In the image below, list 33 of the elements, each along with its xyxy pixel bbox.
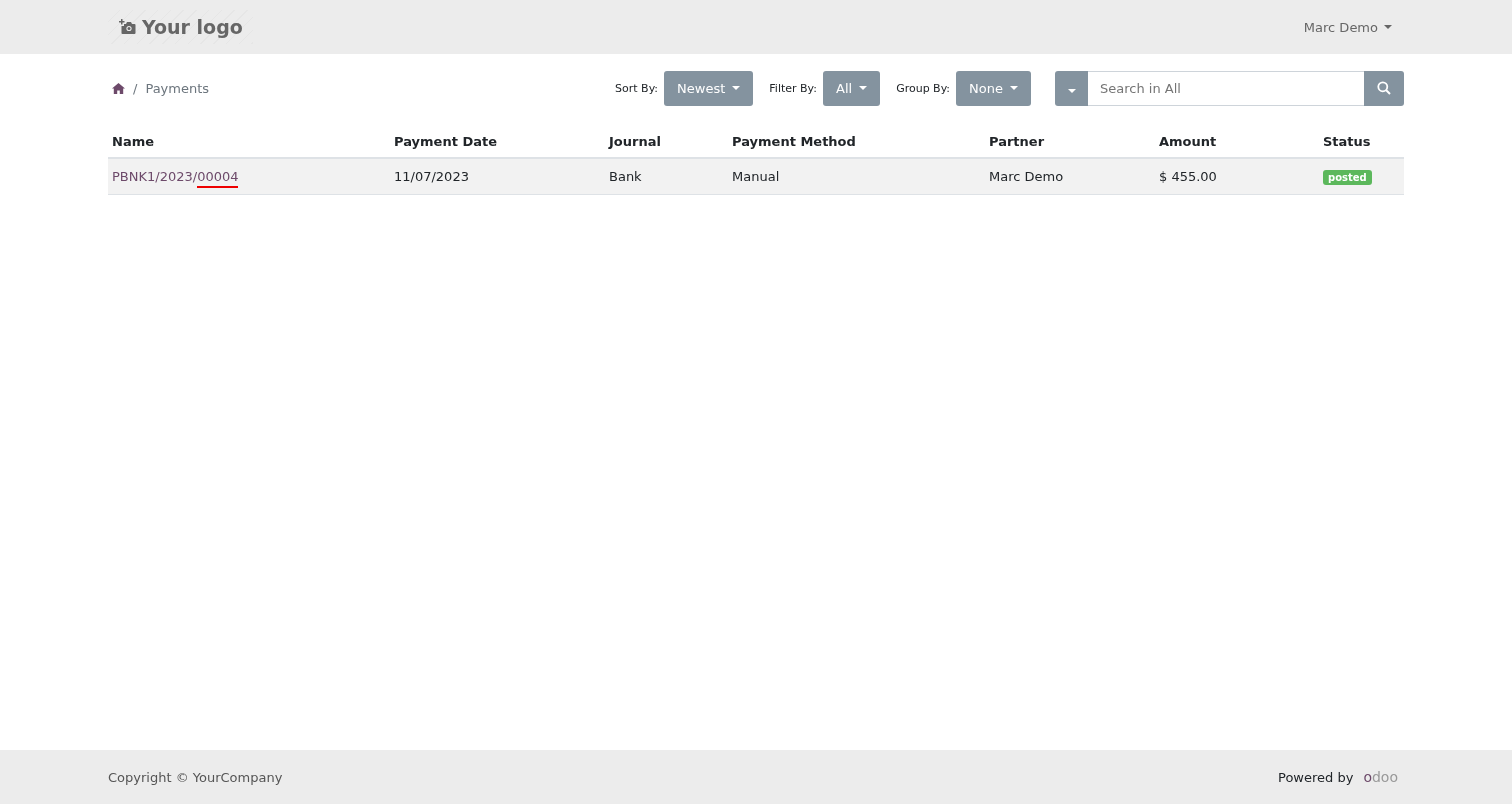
- dropdown-button[interactable]: None: [956, 70, 1031, 106]
- status-badge: posted: [1323, 170, 1372, 185]
- dropdown-button[interactable]: Newest: [664, 70, 754, 106]
- table-cell-text: Marc Demo: [988, 168, 1065, 186]
- brand-logo[interactable]: odoo: [1363, 769, 1398, 785]
- powered-by-text: Powered by: [1278, 769, 1354, 785]
- user-menu[interactable]: Marc Demo: [1299, 15, 1396, 39]
- column-header: Partner: [988, 133, 1046, 151]
- home-icon[interactable]: [112, 82, 125, 94]
- search-field[interactable]: Search in All: [1088, 70, 1364, 106]
- table-cell-text: Manual: [731, 168, 781, 186]
- column-header: Journal: [607, 133, 662, 151]
- search-options-button[interactable]: [1055, 70, 1088, 106]
- camera-icon: [118, 19, 136, 35]
- column-header: Payment Method: [731, 133, 857, 151]
- column-header: Status: [1322, 133, 1372, 151]
- copyright-text: Copyright © YourCompany: [108, 769, 283, 785]
- column-header: Name: [111, 133, 155, 151]
- payment-link[interactable]: PBNK1/2023/00004: [112, 169, 239, 188]
- dropdown-button[interactable]: All: [823, 70, 881, 106]
- table-cell-text: Bank: [608, 168, 643, 186]
- breadcrumb-current: Payments: [145, 80, 210, 96]
- logo[interactable]: Your logo: [108, 10, 253, 44]
- dropdown-label: Sort By:: [615, 81, 659, 95]
- column-header: Payment Date: [393, 133, 498, 151]
- table-cell-text: 11/07/2023: [393, 168, 470, 186]
- dropdown-label: Group By:: [896, 81, 951, 95]
- search-icon: [1377, 81, 1391, 95]
- column-header: Amount: [1158, 133, 1218, 151]
- breadcrumb-separator: /: [133, 80, 138, 96]
- table-cell-text: $ 455.00: [1158, 168, 1218, 186]
- dropdown-label: Filter By:: [769, 81, 817, 95]
- search-button[interactable]: [1364, 70, 1404, 106]
